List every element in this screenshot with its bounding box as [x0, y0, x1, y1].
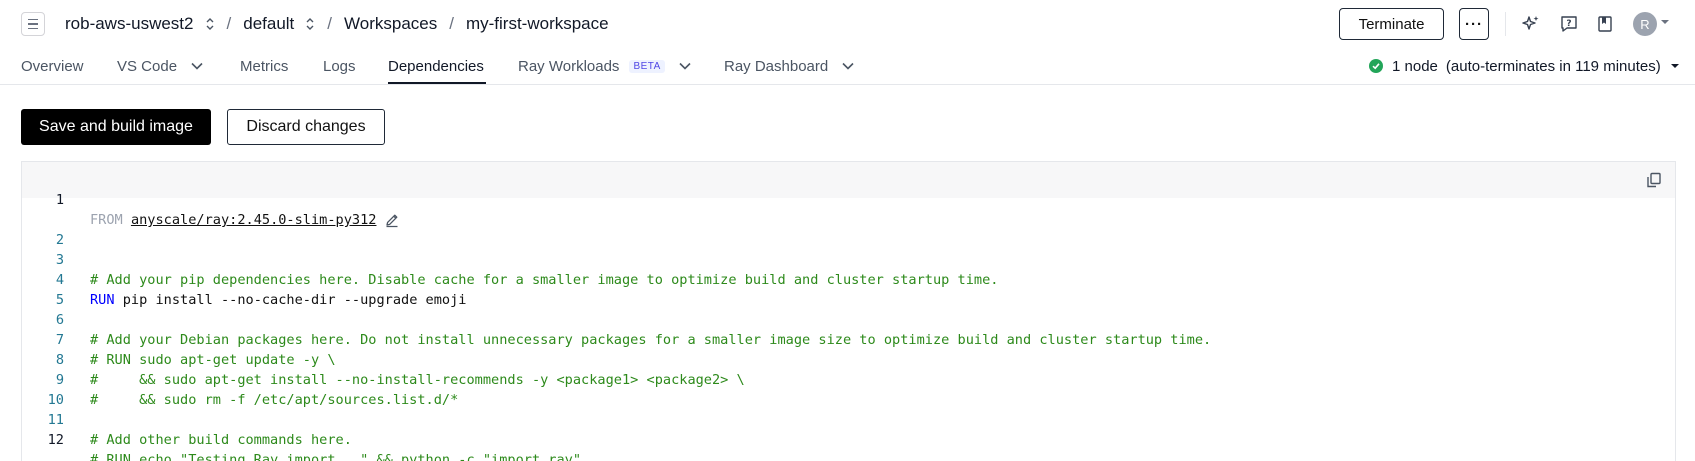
editor-line: 9 # && sudo rm -f /etc/apt/sources.list.…: [22, 350, 1675, 408]
editor-line: 5: [22, 270, 1675, 308]
tab-overview[interactable]: Overview: [21, 56, 84, 76]
editor-line: 4 RUN pip install --no-cache-dir --upgra…: [22, 250, 1675, 308]
tab-label: Logs: [323, 57, 356, 75]
editor-line: 12 # RUN echo "Testing Ray import..." &&…: [22, 410, 1675, 461]
node-status[interactable]: 1 node (auto-terminates in 119 minutes): [1369, 55, 1679, 77]
breadcrumb-separator: /: [226, 14, 232, 33]
breadcrumb-project[interactable]: default: [243, 14, 294, 34]
divider: [1505, 12, 1506, 36]
editor-line: 7 # RUN sudo apt-get update -y \: [22, 310, 1675, 368]
dockerfile-editor[interactable]: 1 FROM anyscale/ray:2.45.0-slim-py312 2 …: [21, 161, 1676, 461]
editor-base-image-row: 1 FROM anyscale/ray:2.45.0-slim-py312: [22, 162, 1675, 228]
avatar-caret-icon[interactable]: [1661, 19, 1669, 25]
line-code: # RUN echo "Testing Ray import..." && py…: [90, 452, 582, 461]
tab-label: Metrics: [240, 57, 289, 75]
docs-book-icon[interactable]: [1594, 13, 1616, 35]
tab-label: Overview: [21, 57, 84, 75]
tab-label: Ray Dashboard: [724, 57, 829, 75]
chevron-up-down-icon[interactable]: [205, 16, 215, 32]
chevron-down-icon[interactable]: [842, 62, 854, 70]
chevron-down-icon[interactable]: [191, 62, 203, 70]
tab-label: Dependencies: [388, 57, 484, 75]
hamburger-menu-icon[interactable]: [21, 12, 45, 36]
save-and-build-button[interactable]: Save and build image: [21, 109, 211, 145]
breadcrumb-separator: /: [449, 14, 454, 33]
tab-bar: Overview VS Code Metrics Logs Dependenci…: [0, 48, 1695, 85]
help-chat-icon[interactable]: ?: [1558, 13, 1580, 35]
beta-badge: BETA: [629, 59, 665, 73]
tab-vs-code[interactable]: VS Code: [117, 56, 203, 76]
line-code: # Add other build commands here.: [90, 432, 352, 448]
active-tab-indicator: [388, 82, 486, 84]
svg-text:?: ?: [1566, 19, 1571, 29]
tab-dependencies[interactable]: Dependencies: [388, 56, 484, 76]
tab-logs[interactable]: Logs: [323, 56, 356, 76]
editor-line: 8 # && sudo apt-get install --no-install…: [22, 330, 1675, 388]
breadcrumb-separator: /: [327, 14, 333, 33]
breadcrumb-workspaces[interactable]: Workspaces: [344, 14, 437, 34]
chevron-up-down-icon[interactable]: [305, 16, 315, 32]
terminate-button[interactable]: Terminate: [1339, 8, 1444, 40]
editor-line: 6 # Add your Debian packages here. Do no…: [22, 290, 1675, 348]
tab-metrics[interactable]: Metrics: [240, 56, 288, 76]
auto-terminate-text: (auto-terminates in 119 minutes): [1445, 57, 1661, 75]
tab-ray-workloads[interactable]: Ray Workloads BETA: [518, 56, 691, 76]
top-bar: rob-aws-uswest2 / default / Workspaces /…: [0, 0, 1695, 48]
editor-line: 1 FROM anyscale/ray:2.45.0-slim-py312: [22, 170, 1675, 228]
copy-icon[interactable]: [1645, 171, 1663, 189]
editor-line: 11 # Add other build commands here.: [22, 390, 1675, 448]
breadcrumb: rob-aws-uswest2 / default / Workspaces /…: [65, 12, 609, 36]
more-options-button[interactable]: ···: [1459, 8, 1489, 40]
caret-down-icon[interactable]: [1670, 63, 1679, 69]
breadcrumb-workspace-name: my-first-workspace: [465, 14, 609, 33]
ai-sparkle-icon[interactable]: [1520, 13, 1542, 35]
chevron-down-icon[interactable]: [679, 62, 691, 70]
discard-changes-button[interactable]: Discard changes: [227, 109, 385, 145]
editor-line: 3 # Add your pip dependencies here. Disa…: [22, 230, 1675, 288]
line-number: 12: [47, 432, 64, 448]
tab-label: VS Code: [117, 57, 178, 75]
node-count: 1 node: [1392, 57, 1438, 75]
editor-line: 10: [22, 370, 1675, 408]
editor-line: 2: [22, 210, 1675, 248]
line-number: 1: [55, 192, 64, 208]
check-circle-icon: [1369, 59, 1383, 73]
tab-label: Ray Workloads: [518, 57, 620, 75]
tab-ray-dashboard[interactable]: Ray Dashboard: [724, 56, 854, 76]
breadcrumb-cloud[interactable]: rob-aws-uswest2: [65, 14, 194, 34]
avatar[interactable]: R: [1633, 12, 1657, 36]
